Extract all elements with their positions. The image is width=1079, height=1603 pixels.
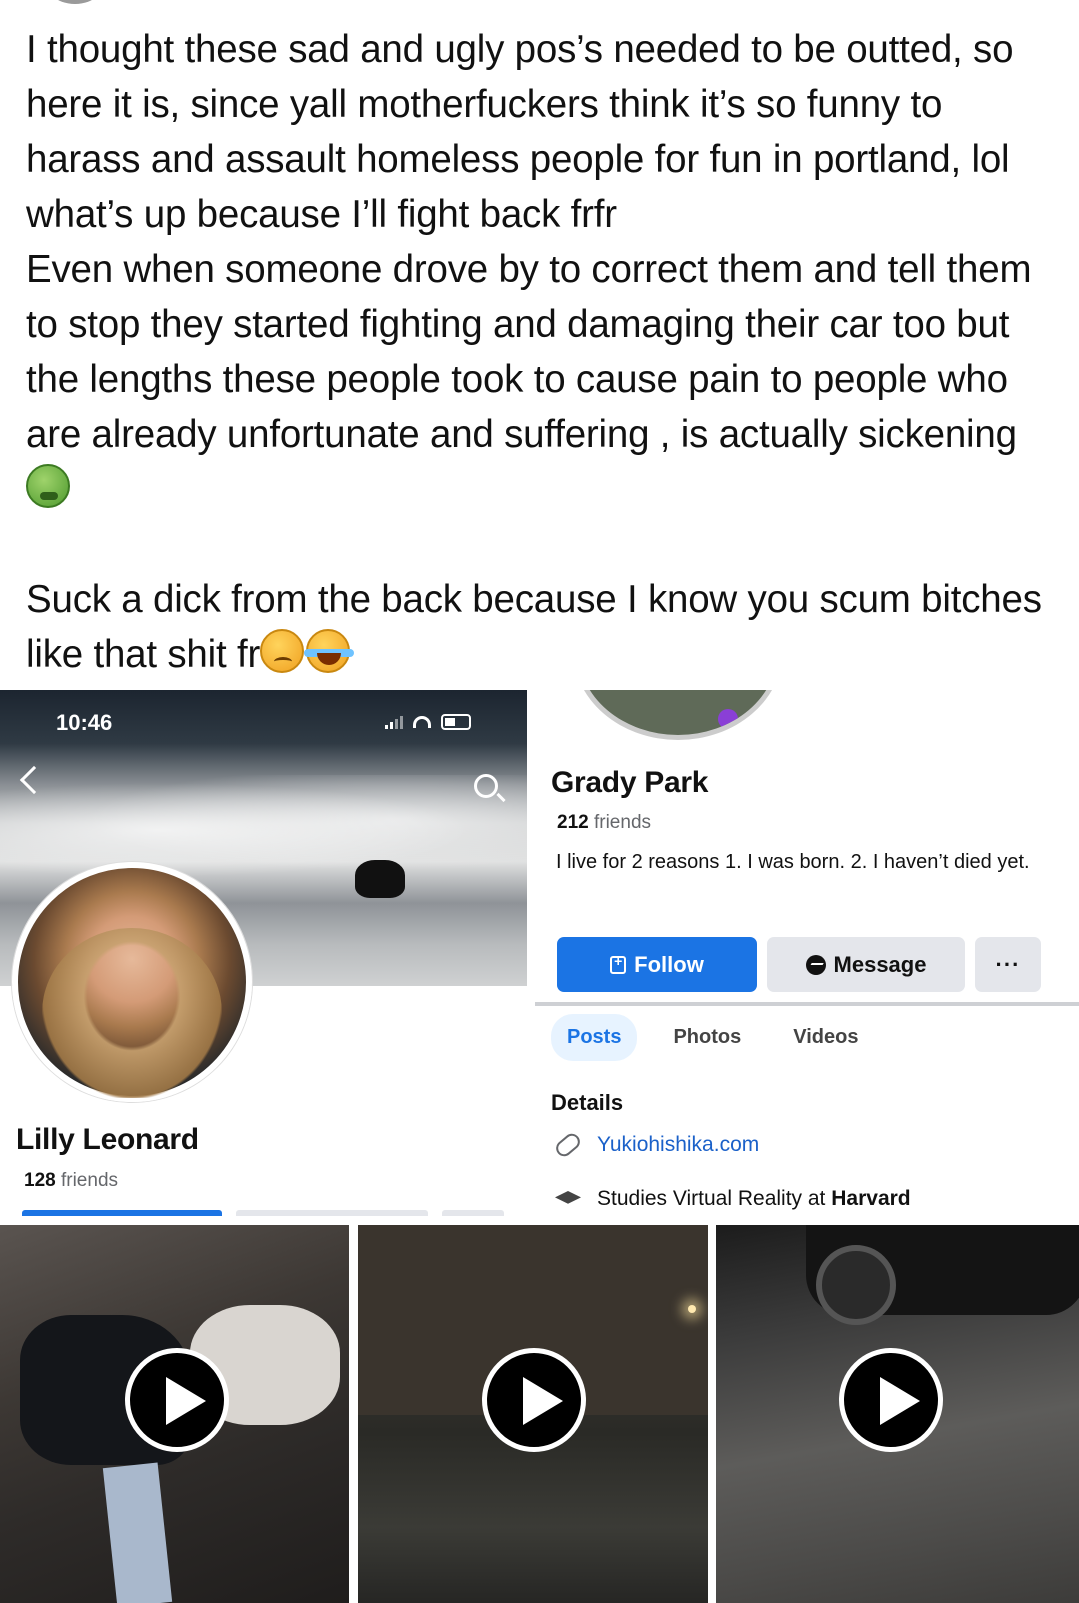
- post-paragraph: Suck a dick from the back because I know…: [26, 578, 1042, 676]
- nauseated-face-icon: [26, 464, 70, 508]
- education-text: Studies Virtual Reality at Harvard: [597, 1187, 911, 1210]
- search-icon[interactable]: [474, 774, 498, 798]
- screenshot-lilly-profile[interactable]: 10:46 Lilly Leonard 128 friends: [0, 690, 527, 1225]
- signal-icon: [385, 715, 403, 729]
- profile-picture[interactable]: [12, 862, 252, 1102]
- friends-count[interactable]: 212 friends: [557, 812, 651, 834]
- devil-emoji-icon: [718, 709, 738, 729]
- link-icon: [552, 1130, 584, 1160]
- battery-icon: [441, 714, 471, 730]
- messenger-icon: [805, 954, 826, 975]
- play-icon[interactable]: [482, 1348, 586, 1452]
- follow-button[interactable]: Follow: [557, 937, 757, 992]
- video-thumbnail[interactable]: [0, 1225, 349, 1603]
- profile-tabs: Posts Photos Videos: [551, 1014, 874, 1061]
- profile-bio: I live for 2 reasons 1. I was born. 2. I…: [556, 851, 1030, 873]
- status-time: 10:46: [56, 710, 113, 735]
- more-options-button[interactable]: ···: [975, 937, 1041, 992]
- action-buttons-cropped: [22, 1210, 507, 1218]
- video-thumbnail[interactable]: [358, 1225, 708, 1603]
- status-icons: [385, 714, 471, 730]
- post-paragraph: Even when someone drove by to correct th…: [26, 242, 1056, 517]
- graduation-cap-icon: [555, 1191, 581, 1204]
- secondary-button[interactable]: [236, 1210, 428, 1216]
- details-heading: Details: [551, 1090, 624, 1115]
- follow-icon: [610, 953, 627, 974]
- website-link[interactable]: Yukiohishika.com: [597, 1133, 759, 1157]
- wifi-icon: [413, 716, 431, 728]
- play-icon[interactable]: [125, 1348, 229, 1452]
- more-button[interactable]: [442, 1210, 504, 1216]
- play-icon[interactable]: [839, 1348, 943, 1452]
- tab-posts[interactable]: Posts: [551, 1014, 638, 1061]
- profile-name: Grady Park: [551, 766, 709, 799]
- education-row: Studies Virtual Reality at Harvard: [555, 1187, 911, 1211]
- profile-picture[interactable]: [573, 690, 783, 740]
- friends-count[interactable]: 128 friends: [24, 1170, 118, 1192]
- tab-photos[interactable]: Photos: [657, 1014, 757, 1061]
- tab-videos[interactable]: Videos: [777, 1014, 874, 1061]
- video-thumbnail[interactable]: [716, 1225, 1079, 1603]
- post-paragraph: I thought these sad and ugly pos’s neede…: [26, 28, 1014, 236]
- divider: [535, 1002, 1079, 1006]
- woozy-face-icon: [260, 629, 305, 673]
- poster-avatar[interactable]: [40, 0, 110, 4]
- website-row[interactable]: Yukiohishika.com: [552, 1130, 759, 1160]
- screenshot-grady-profile[interactable]: Grady Park 212 friends I live for 2 reas…: [535, 690, 1079, 1225]
- profile-name: Lilly Leonard: [16, 1123, 199, 1156]
- tears-of-joy-icon: [304, 629, 355, 673]
- message-button[interactable]: Message: [767, 937, 965, 992]
- primary-button[interactable]: [22, 1210, 222, 1216]
- post-body: I thought these sad and ugly pos’s neede…: [26, 22, 1056, 682]
